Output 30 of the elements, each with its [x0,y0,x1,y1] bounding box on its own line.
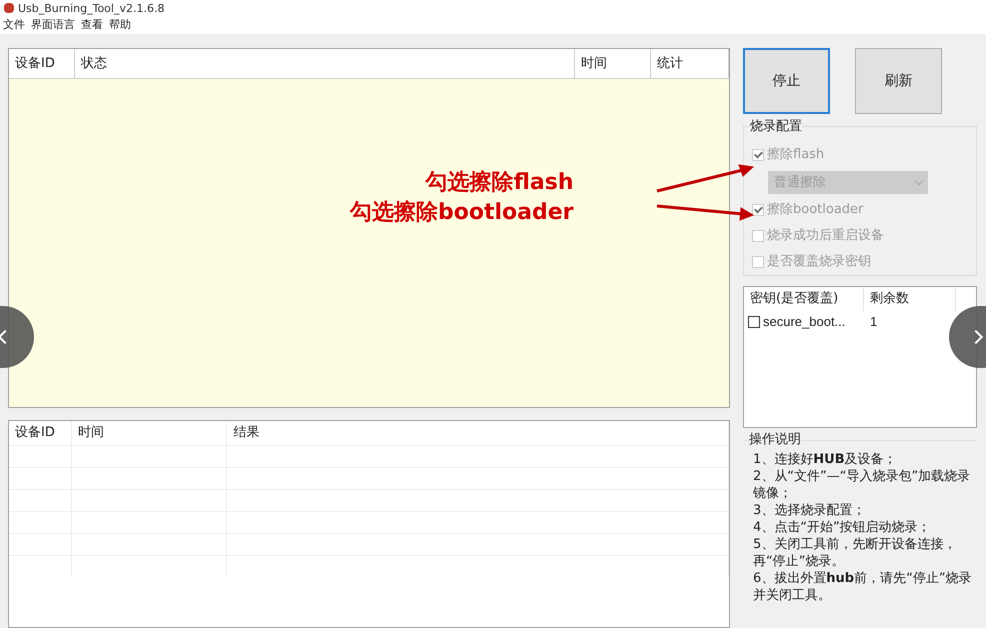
menu-item[interactable]: 查看 [78,16,106,34]
menu-item[interactable]: 界面语言 [28,16,78,34]
column-header[interactable]: 设备ID [9,49,75,78]
instruction-step: 6、拔出外置hub前，请先“停止”烧录并关闭工具。 [753,570,977,604]
menu-item[interactable]: 帮助 [106,16,134,34]
checkbox[interactable] [748,316,760,328]
instruction-step: 3、选择烧录配置； [753,502,977,519]
toolbar-button[interactable]: 刷新 [855,48,942,114]
group-title: 烧录配置 [750,119,802,135]
window-title: Usb_Burning_Tool_v2.1.6.8 [18,2,164,14]
instruction-step: 4、点击“开始”按钮启动烧录； [753,519,977,536]
instruction-step: 1、连接好HUB及设备； [753,451,977,468]
annotation-text: 勾选擦除bootloader [350,199,574,227]
annotation-text: 勾选擦除flash [426,169,574,197]
table-cell-text: 1 [869,313,878,332]
column-header[interactable]: 结果 [227,421,729,445]
group-title: 操作说明 [749,432,801,448]
column-header[interactable]: 时间 [575,49,651,78]
column-header[interactable]: 设备ID [9,421,72,445]
column-header[interactable]: 状态 [75,49,575,78]
table-cell-text: secure_boot... [763,313,846,332]
instruction-step: 5、关闭工具前，先断开设备连接，再“停止”烧录。 [753,536,977,570]
column-header[interactable]: 剩余数 [864,287,956,311]
column-header[interactable]: 时间 [72,421,228,445]
app-icon [4,3,14,13]
column-header[interactable]: 密钥(是否覆盖) [744,287,864,311]
instruction-step: 2、从“文件”—“导入烧录包”加载烧录镜像； [753,468,977,502]
column-header[interactable]: 统计 [651,49,729,78]
menu-item[interactable]: 文件 [0,16,28,34]
toolbar-button[interactable]: 停止 [743,48,830,114]
